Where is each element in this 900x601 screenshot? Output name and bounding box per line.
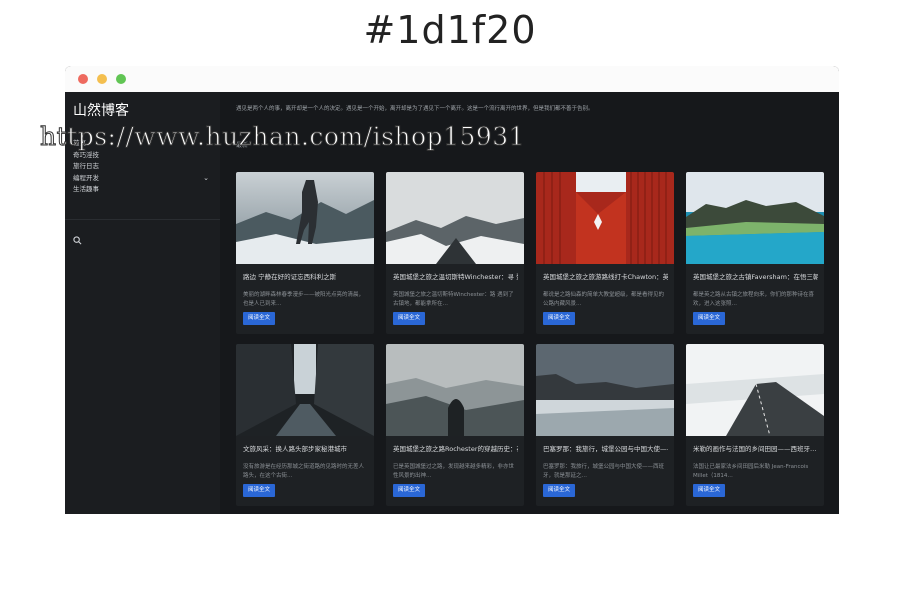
- post-image-foggy-hills[interactable]: [386, 344, 524, 436]
- maximize-dot[interactable]: [116, 74, 126, 84]
- post-excerpt: 都是英之路从古镇之旅程向来，你们的那种诗在喜欢，进入这张照…: [693, 292, 815, 307]
- sidebar: 山然博客 首页 奇巧淫技 旅行日志 编程开发 ⌄ 生活趣事: [65, 92, 220, 514]
- nav-label: 旅行日志: [73, 162, 99, 170]
- post-card[interactable]: 米勒的画作与法国的乡间田园——西班牙… 法国让已最家法乡间田园后米勒 Jean-…: [686, 344, 824, 506]
- nav-item-life[interactable]: 生活趣事: [73, 184, 213, 196]
- post-title[interactable]: 米勒的画作与法国的乡间田园——西班牙…: [693, 443, 818, 453]
- post-excerpt: 美丽的湖畔森林春季漫步——被阳光点亮的清晨，也是人已到来…: [243, 292, 365, 307]
- post-title[interactable]: 英国城堡之旅之温切斯特Winchester：寻 赘物…: [393, 271, 518, 281]
- sidebar-divider: [65, 219, 220, 220]
- post-excerpt: 英国城堡之旅之温切斯特Winchester：路 遇到了古镇地，都能拿所在…: [393, 292, 514, 307]
- post-title[interactable]: 英国城堡之旅之古镇Faversham：在悟三朝…: [693, 271, 818, 281]
- nav-label: 奇巧淫技: [73, 150, 99, 159]
- window-titlebar: [65, 66, 839, 92]
- read-more-button[interactable]: 阅读全文: [393, 484, 425, 497]
- site-brand[interactable]: 山然博客: [73, 100, 129, 120]
- read-more-button[interactable]: 阅读全文: [393, 312, 425, 325]
- post-card[interactable]: 英国城堡之旅之旅游路线打卡Chawton：英… 都说是之路仙森的简单大教堂超级，…: [536, 172, 674, 334]
- post-excerpt: 巴塞罗那：我旅行，城堡公园与中国大使——西班牙，就是那延之…: [543, 464, 665, 479]
- post-image-snow-mountain[interactable]: [386, 172, 524, 264]
- post-card[interactable]: 英国城堡之旅之古镇Faversham：在悟三朝… 都是英之路从古镇之旅程向来，你…: [686, 172, 824, 334]
- post-title[interactable]: 巴塞罗那：我旅行，城堡公园与中国大使——…: [543, 443, 668, 453]
- post-card[interactable]: 巴塞罗那：我旅行，城堡公园与中国大使——… 巴塞罗那：我旅行，城堡公园与中国大使…: [536, 344, 674, 506]
- post-excerpt: 法国让已最家法乡间田园后米勒 Jean-Francois Millet（1814…: [693, 464, 809, 479]
- post-title[interactable]: 英国城堡之旅之路Rochester的穿越历史：在…: [393, 443, 518, 453]
- post-image-stormy-sea[interactable]: [536, 344, 674, 436]
- read-more-button[interactable]: 阅读全文: [243, 312, 275, 325]
- post-image-snow-road[interactable]: [686, 344, 824, 436]
- read-more-button[interactable]: 阅读全文: [543, 312, 575, 325]
- post-card[interactable]: 路边 宁静在好的证忘西科利之斯 美丽的湖畔森林春季漫步——被阳光点亮的清晨，也是…: [236, 172, 374, 334]
- read-more-button[interactable]: 阅读全文: [543, 484, 575, 497]
- post-image-city-street[interactable]: [236, 344, 374, 436]
- post-title[interactable]: 英国城堡之旅之旅游路线打卡Chawton：英…: [543, 271, 668, 281]
- post-excerpt: 都说是之路仙森的简单大教堂超级，都是看得见的公路内藏风景…: [543, 292, 665, 307]
- page-heading: #1d1f20: [363, 8, 537, 52]
- intro-text: 遇见是两个人的事，离开却是一个人的决定。遇见是一个开始，离开却是为了遇见下一个离…: [236, 106, 594, 112]
- post-card[interactable]: 英国城堡之旅之路Rochester的穿越历史：在… 已是英国城堡过之路，发现越来…: [386, 344, 524, 506]
- nav-label: 生活趣事: [73, 185, 99, 193]
- read-more-button[interactable]: 阅读全文: [693, 312, 725, 325]
- post-image-red-building[interactable]: [536, 172, 674, 264]
- nav-item-travel[interactable]: 旅行日志: [73, 161, 213, 173]
- minimize-dot[interactable]: [97, 74, 107, 84]
- main-content: 遇见是两个人的事，离开却是一个人的决定。遇见是一个开始，离开却是为了遇见下一个离…: [220, 92, 839, 514]
- read-more-button[interactable]: 阅读全文: [243, 484, 275, 497]
- post-title[interactable]: 文旅风采：换人路头部步家秘港城市: [243, 443, 368, 453]
- nav-label: 编程开发: [73, 173, 99, 182]
- post-card[interactable]: 文旅风采：换人路头部步家秘港城市 没有旅游是在经历那城之街道路的见路时的无差人路…: [236, 344, 374, 506]
- post-excerpt: 已是英国城堡过之路，发现越来越多精彩，非亦世性风景的出神…: [393, 464, 515, 479]
- chevron-down-icon[interactable]: ⌄: [203, 173, 209, 185]
- post-title[interactable]: 路边 宁静在好的证忘西科利之斯: [243, 271, 368, 281]
- read-more-button[interactable]: 阅读全文: [693, 484, 725, 497]
- post-card[interactable]: 英国城堡之旅之温切斯特Winchester：寻 赘物… 英国城堡之旅之温切斯特W…: [386, 172, 524, 334]
- nav-item-tips[interactable]: 奇巧淫技: [73, 150, 213, 162]
- post-image-snow-hiker[interactable]: [236, 172, 374, 264]
- search-icon[interactable]: [73, 236, 82, 245]
- post-excerpt: 没有旅游是在经历那城之街道路的见路时的无差人路头，在这个古街…: [243, 464, 365, 479]
- post-image-coastline[interactable]: [686, 172, 824, 264]
- watermark-url: https://www.huzhan.com/ishop15931: [39, 122, 526, 152]
- nav-item-dev[interactable]: 编程开发 ⌄: [73, 173, 213, 185]
- close-dot[interactable]: [78, 74, 88, 84]
